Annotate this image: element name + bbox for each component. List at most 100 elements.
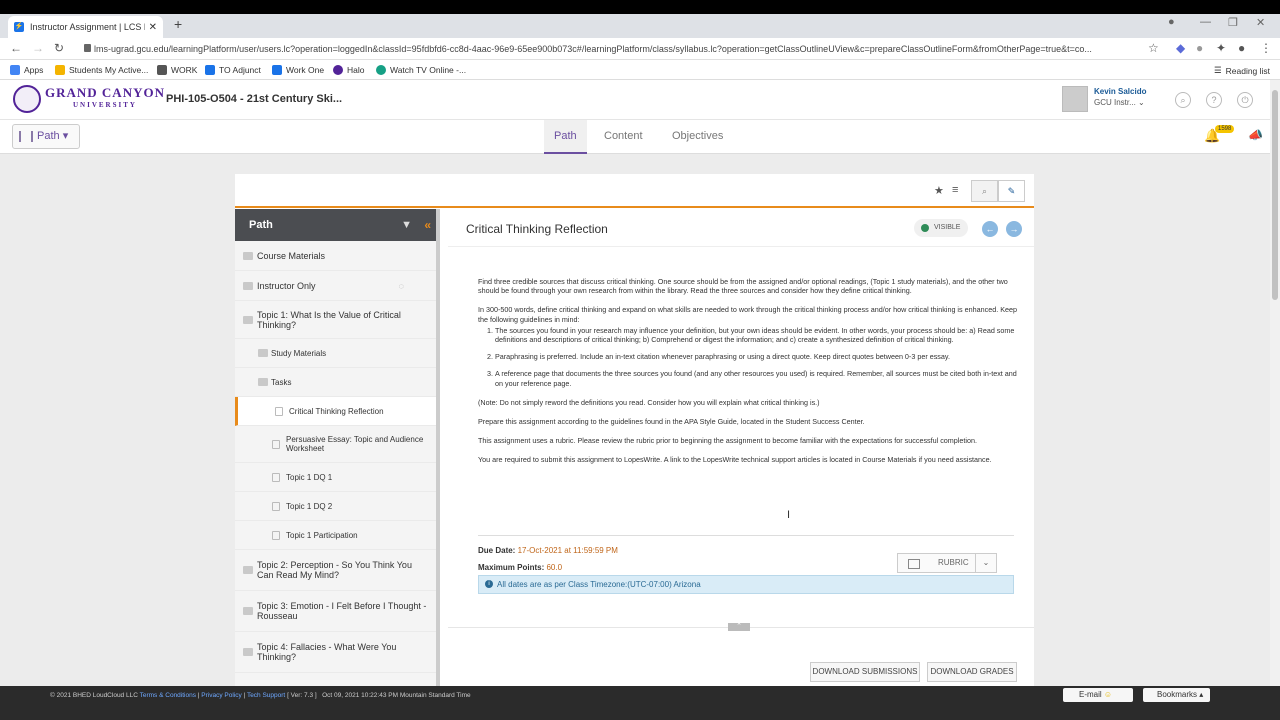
- search-icon[interactable]: ⌕: [1175, 92, 1191, 108]
- folder-open-icon: [243, 315, 253, 324]
- sidebar-item-tasks[interactable]: Tasks: [235, 368, 436, 397]
- sidebar-item-persuasive-essay[interactable]: Persuasive Essay: Topic and Audience Wor…: [235, 426, 436, 463]
- next-arrow-icon[interactable]: →: [1006, 221, 1022, 237]
- lock-icon[interactable]: [84, 44, 91, 52]
- chevron-down-icon[interactable]: ⌄: [975, 554, 996, 572]
- email-button[interactable]: E-mail ☺: [1063, 688, 1133, 702]
- sidebar-item-topic-4[interactable]: Topic 4: Fallacies - What Were You Think…: [235, 632, 436, 673]
- bookmark-students[interactable]: Students My Active...: [55, 65, 148, 75]
- instruction-paragraph: Prepare this assignment according to the…: [478, 417, 865, 427]
- course-selector[interactable]: PHI-105-O504 - 21st Century Ski...: [160, 89, 400, 109]
- bookmark-apps[interactable]: Apps: [10, 65, 43, 75]
- sidebar-item-dq1[interactable]: Topic 1 DQ 1: [235, 463, 436, 492]
- visibility-badge[interactable]: VISIBLE: [914, 219, 969, 237]
- notification-badge: 1598: [1215, 125, 1235, 133]
- folder-icon: [243, 281, 253, 290]
- back-icon[interactable]: ←: [10, 41, 22, 55]
- seal-icon: [13, 85, 41, 113]
- folder-icon: [243, 251, 253, 260]
- participation-icon: [272, 530, 280, 540]
- bookmark-work[interactable]: WORK: [157, 65, 197, 75]
- url-field[interactable]: lms-ugrad.gcu.edu/learningPlatform/user/…: [80, 41, 1160, 57]
- list-item: Paraphrasing is preferred. Include an in…: [495, 352, 1026, 361]
- tech-support-link[interactable]: Tech Support: [247, 692, 285, 699]
- announcement-icon[interactable]: 📣: [1248, 128, 1263, 142]
- tab-title: Instructor Assignment | LCS Lea: [30, 22, 145, 32]
- extension-icon-2[interactable]: ●: [1196, 41, 1203, 55]
- sidebar-item-study-materials[interactable]: Study Materials: [235, 339, 436, 368]
- hidden-icon: ◌: [398, 280, 404, 291]
- bookmark-to-adjunct[interactable]: TO Adjunct: [205, 65, 261, 75]
- path-sidebar: Path ▼ « Course Materials Instructor Onl…: [235, 209, 440, 686]
- filter-icon[interactable]: ▼: [401, 209, 412, 241]
- folder-icon: [243, 566, 253, 574]
- edit-pencil-button[interactable]: ✎: [998, 180, 1025, 202]
- browser-tab[interactable]: ⚡ Instructor Assignment | LCS Lea ✕: [8, 16, 163, 38]
- sidebar-item-dq2[interactable]: Topic 1 DQ 2: [235, 492, 436, 521]
- university-logo[interactable]: GRAND CANYON UNIVERSITY: [13, 85, 165, 113]
- profile-icon[interactable]: ●: [1168, 16, 1175, 28]
- extension-icon[interactable]: ◆: [1176, 41, 1185, 55]
- close-window-icon[interactable]: ✕: [1256, 16, 1265, 29]
- account-icon[interactable]: ●: [1238, 41, 1245, 55]
- close-tab-icon[interactable]: ✕: [149, 22, 157, 33]
- bookmarks-button[interactable]: Bookmarks ▴: [1143, 688, 1210, 702]
- reading-list-icon: ☰: [1214, 65, 1222, 75]
- list-item: A reference page that documents the thre…: [495, 369, 1026, 387]
- bookmark-halo[interactable]: Halo: [333, 65, 364, 75]
- list-icon[interactable]: ≡: [952, 184, 958, 196]
- bookmark-icon: [157, 65, 167, 75]
- download-grades-button[interactable]: DOWNLOAD GRADES: [927, 662, 1017, 682]
- sidebar-item-critical-thinking-reflection[interactable]: Critical Thinking Reflection: [235, 397, 436, 426]
- tab-content[interactable]: Content: [594, 120, 653, 154]
- folder-icon: [243, 648, 253, 656]
- sidebar-item-instructor-only[interactable]: Instructor Only ◌: [235, 271, 436, 301]
- tab-objectives[interactable]: Objectives: [662, 120, 733, 154]
- search-toggle-button[interactable]: ⌕: [971, 180, 998, 202]
- user-role: GCU Instr... ⌄: [1094, 98, 1145, 107]
- reload-icon[interactable]: ↻: [54, 41, 64, 55]
- assignment-instructions: Find three credible sources that discuss…: [478, 277, 1026, 475]
- menu-icon[interactable]: ⋮: [1260, 41, 1272, 55]
- assignment-title: Critical Thinking Reflection: [466, 222, 608, 236]
- bookmark-work-one[interactable]: Work One: [272, 65, 324, 75]
- new-tab-icon[interactable]: +: [174, 16, 182, 32]
- instruction-paragraph: In 300-500 words, define critical thinki…: [478, 305, 1017, 324]
- minimize-icon[interactable]: —: [1200, 16, 1211, 28]
- footer-text: © 2021 BHED LoudCloud LLC Terms & Condit…: [50, 692, 471, 699]
- privacy-link[interactable]: Privacy Policy: [201, 692, 241, 699]
- maximize-icon[interactable]: ❐: [1228, 16, 1238, 29]
- sidebar-item-topic-2[interactable]: Topic 2: Perception - So You Think You C…: [235, 550, 436, 591]
- star-bookmark-icon[interactable]: ☆: [1148, 41, 1159, 55]
- user-menu[interactable]: Kevin Salcido GCU Instr... ⌄: [1062, 86, 1146, 112]
- bookmark-watch-tv[interactable]: Watch TV Online -...: [376, 65, 466, 75]
- card-toolbar: [235, 174, 1034, 208]
- forward-icon[interactable]: →: [32, 41, 44, 55]
- bookmark-icon: [205, 65, 215, 75]
- tab-path[interactable]: Path: [544, 120, 587, 154]
- folder-open-icon: [258, 378, 268, 386]
- sidebar-item-course-materials[interactable]: Course Materials: [235, 241, 436, 271]
- timezone-info: All dates are as per Class Timezone:(UTC…: [478, 575, 1014, 594]
- sidebar-item-topic-3[interactable]: Topic 3: Emotion - I Felt Before I Thoug…: [235, 591, 436, 632]
- rubric-button[interactable]: RUBRIC ⌄: [897, 553, 997, 573]
- terms-link[interactable]: Terms & Conditions: [140, 692, 196, 699]
- apps-icon: [10, 65, 20, 75]
- bookmark-icon: [333, 65, 343, 75]
- puzzle-icon[interactable]: ✦: [1216, 41, 1226, 55]
- download-submissions-button[interactable]: DOWNLOAD SUBMISSIONS: [810, 662, 920, 682]
- sidebar-item-topic-1[interactable]: Topic 1: What Is the Value of Critical T…: [235, 301, 436, 339]
- collapse-icon[interactable]: «: [424, 209, 431, 241]
- folder-icon: [55, 65, 65, 75]
- reading-list[interactable]: ☰ Reading list: [1214, 65, 1270, 76]
- path-menu-button[interactable]: Path ▾: [12, 124, 80, 149]
- favorite-star-icon[interactable]: ★: [934, 184, 944, 197]
- page-scrollbar[interactable]: [1270, 80, 1280, 686]
- previous-arrow-icon[interactable]: ←: [982, 221, 998, 237]
- scrollbar-thumb[interactable]: [1272, 90, 1278, 300]
- collapse-handle-icon[interactable]: ⌃: [728, 623, 750, 631]
- details-divider: [478, 535, 1014, 536]
- power-icon[interactable]: ⏻: [1237, 92, 1253, 108]
- help-icon[interactable]: ?: [1206, 92, 1222, 108]
- sidebar-item-participation[interactable]: Topic 1 Participation: [235, 521, 436, 550]
